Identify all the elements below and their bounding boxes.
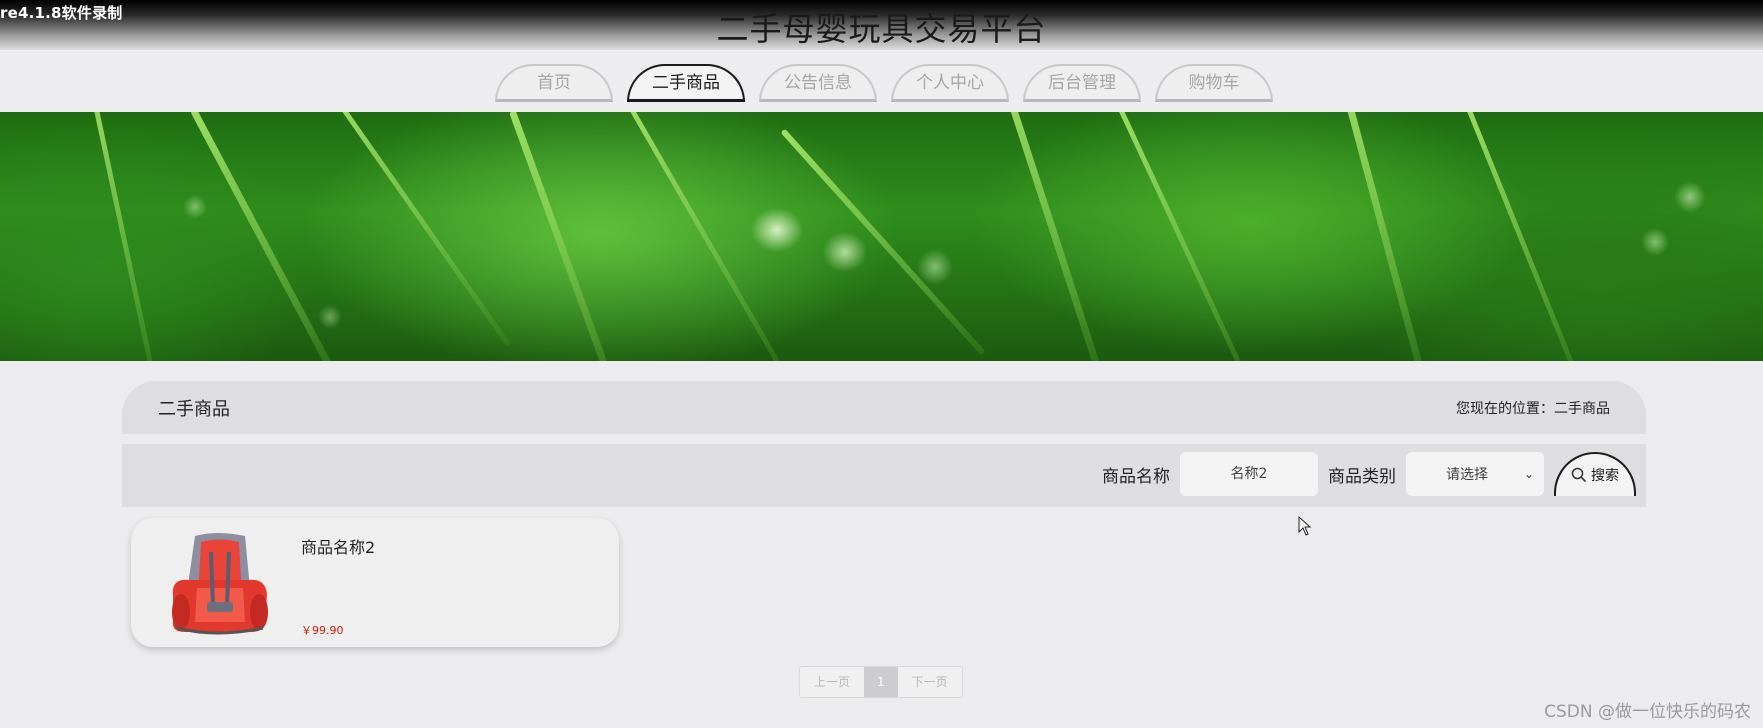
nav-tab-secondhand-goods[interactable]: 二手商品	[627, 64, 745, 102]
mouse-cursor-icon	[1298, 516, 1312, 536]
main-nav-bar: 首页 二手商品 公告信息 个人中心 后台管理 购物车	[0, 50, 1763, 112]
page-number-current[interactable]: 1	[864, 667, 898, 697]
product-name-input-value: 名称2	[1230, 466, 1268, 482]
breadcrumb: 您现在的位置：二手商品	[1456, 401, 1610, 417]
product-type-selected: 请选择	[1446, 467, 1488, 483]
section-title: 二手商品	[158, 399, 230, 420]
grass-blade	[1341, 112, 1426, 361]
grass-blade	[625, 112, 780, 361]
product-image-car-seat[interactable]	[157, 528, 275, 638]
grass-blade	[780, 128, 986, 356]
chevron-down-icon: ⌄	[1523, 467, 1534, 481]
top-title-bar: re4.1.8软件录制 二手母婴玩具交易平台	[0, 0, 1763, 50]
product-type-label: 商品类别	[1328, 466, 1396, 487]
banner-grass-image	[0, 112, 1763, 361]
product-name[interactable]: 商品名称2	[301, 534, 375, 558]
grass-blade	[88, 112, 157, 361]
pagination: 上一页 1 下一页	[799, 666, 963, 698]
search-button-label: 搜索	[1591, 468, 1619, 484]
prev-page-button[interactable]: 上一页	[800, 667, 864, 697]
site-title: 二手母婴玩具交易平台	[716, 10, 1047, 48]
product-card[interactable]: 商品名称2 ￥99.90	[131, 518, 619, 647]
nav-tab-announcements[interactable]: 公告信息	[759, 64, 877, 102]
search-icon	[1571, 467, 1587, 483]
nav-tab-admin[interactable]: 后台管理	[1023, 64, 1141, 102]
product-price: ￥99.90	[301, 624, 344, 637]
search-bar: 商品名称 名称2 商品类别 请选择 ⌄ 搜索	[122, 444, 1646, 507]
grass-blade	[334, 112, 511, 347]
product-type-select[interactable]: 请选择 ⌄	[1406, 452, 1544, 496]
nav-tab-personal-center[interactable]: 个人中心	[891, 64, 1009, 102]
product-name-input[interactable]: 名称2	[1180, 452, 1318, 496]
csdn-watermark: CSDN @做一位快乐的码农	[1544, 702, 1751, 722]
grass-blade	[508, 112, 619, 361]
section-header: 二手商品 您现在的位置：二手商品	[122, 381, 1646, 434]
next-page-button[interactable]: 下一页	[898, 667, 962, 697]
grass-blade	[1003, 112, 1104, 361]
main-nav: 首页 二手商品 公告信息 个人中心 后台管理 购物车	[495, 64, 1273, 102]
grass-blade	[1463, 112, 1582, 361]
search-button[interactable]: 搜索	[1554, 452, 1636, 496]
product-name-label: 商品名称	[1102, 466, 1170, 487]
grass-blade	[189, 112, 338, 361]
grass-blade	[1116, 112, 1249, 361]
search-form: 商品名称 名称2 商品类别 请选择 ⌄ 搜索	[1102, 452, 1636, 496]
nav-tab-home[interactable]: 首页	[495, 64, 613, 102]
nav-tab-cart[interactable]: 购物车	[1155, 64, 1273, 102]
